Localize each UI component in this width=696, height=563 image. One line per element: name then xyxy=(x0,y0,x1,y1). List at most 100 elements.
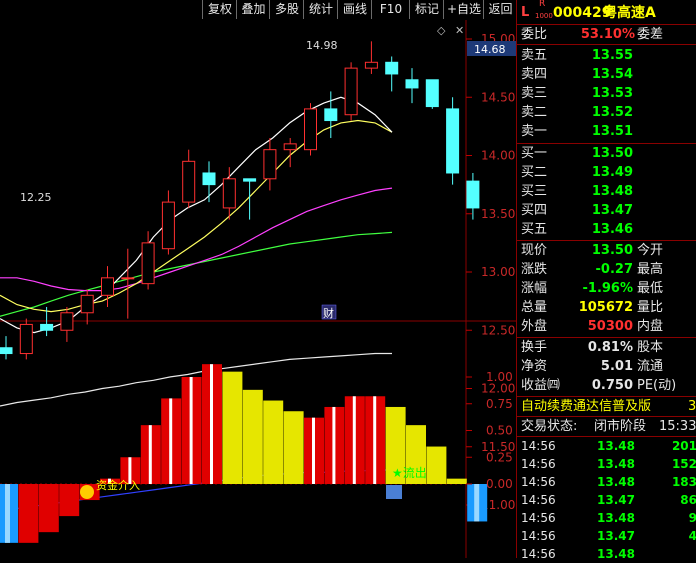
osc-axis-label: 0.50 xyxy=(486,424,513,438)
chart-close-icon[interactable]: ✕ xyxy=(455,24,464,37)
quote-value: -0.27 xyxy=(595,262,633,277)
toolbar-button-statistics[interactable]: 统计 xyxy=(303,0,338,19)
candle-body xyxy=(19,323,33,355)
ask-row[interactable]: 卖三 13.53 xyxy=(517,84,696,103)
kline-chart[interactable]: 15.0014.5014.0013.5013.0012.5012.0011.50… xyxy=(0,20,516,558)
toolbar-button-f10[interactable]: F10 xyxy=(371,0,410,19)
tick-volume: 152 xyxy=(671,457,696,471)
outflow-frown-icon xyxy=(386,485,402,499)
tick-price: 13.48 xyxy=(597,511,635,525)
candle-body xyxy=(60,312,74,331)
ad-banner-text[interactable]: 自动续费通达信普及版 xyxy=(521,397,651,416)
fundamental-value: 0.81% xyxy=(587,340,633,355)
osc-bar-highlight xyxy=(474,484,480,522)
osc-axis-label: 0.25 xyxy=(486,450,513,464)
osc-bar-stripe xyxy=(373,396,377,484)
tick-time: 14:56 xyxy=(521,475,556,489)
oscillator-bars xyxy=(0,364,488,543)
ma-white-line xyxy=(0,96,393,334)
ask-row[interactable]: 卖二 13.52 xyxy=(517,103,696,122)
fundamental-label-2: PE(动) xyxy=(637,378,677,393)
ask-label: 卖三 xyxy=(521,86,548,101)
candle-body xyxy=(283,143,297,151)
toolbar-button-draw-line[interactable]: 画线 xyxy=(337,0,372,19)
osc-bar xyxy=(18,484,39,543)
tick-price: 13.48 xyxy=(597,457,635,471)
ask-row[interactable]: 卖一 13.51 xyxy=(517,122,696,141)
candle-body xyxy=(222,178,236,209)
candle-body xyxy=(161,201,175,250)
candle-body xyxy=(243,178,257,182)
ask-label: 卖一 xyxy=(521,124,548,139)
tick-price: 13.48 xyxy=(597,547,635,561)
quote-value: 50300 xyxy=(587,319,633,334)
ask-price: 13.52 xyxy=(591,105,633,120)
quote-row: 涨幅 -1.96% 最低 xyxy=(517,279,696,298)
osc-bar-stripe xyxy=(332,406,336,484)
osc-bar xyxy=(446,478,467,484)
ad-banner[interactable]: 自动续费通达信普及版 3 xyxy=(517,397,696,416)
candle-body xyxy=(385,61,399,75)
tick-volume: 86 xyxy=(680,493,696,507)
osc-bar-stripe xyxy=(169,398,173,484)
bid-label: 买五 xyxy=(521,222,548,237)
quote-value: 13.50 xyxy=(591,243,633,258)
toolbar-button-restore-rights[interactable]: 复权 xyxy=(202,0,237,19)
fundamental-label: 净资 xyxy=(521,359,548,374)
current-price-tag: 14.68 xyxy=(474,43,506,56)
candle-body xyxy=(304,108,317,151)
ask-row[interactable]: 卖五 13.55 xyxy=(517,46,696,65)
osc-bar-stripe xyxy=(352,396,356,484)
toolbar-button-add-watchlist[interactable]: +自选 xyxy=(443,0,484,19)
ask-label: 卖五 xyxy=(521,48,548,63)
osc-bar xyxy=(222,371,243,484)
quote-label-2: 最高 xyxy=(637,262,664,277)
top-toolbar: 复权 叠加 多股 统计 画线 F10 标记 +自选 返回 xyxy=(0,0,516,20)
osc-axis-label: 0.75 xyxy=(486,397,513,411)
weibi-row: 委比 53.10% 委差 xyxy=(517,25,696,44)
candle-body xyxy=(101,277,114,296)
tick-time: 14:56 xyxy=(521,457,556,471)
bid-row[interactable]: 买三 13.48 xyxy=(517,182,696,201)
ma-green-line xyxy=(0,231,393,317)
chart-settings-diamond-icon[interactable]: ◇ xyxy=(437,24,446,37)
fundamental-label-2: 股本 xyxy=(637,340,664,355)
fundamental-label: 换手 xyxy=(521,340,548,355)
quote-label: 涨幅 xyxy=(521,281,548,296)
candle-body xyxy=(182,160,196,203)
trade-status-label: 交易状态: xyxy=(521,419,578,434)
osc-bar xyxy=(38,484,59,533)
weibi-label: 委比 xyxy=(521,27,548,42)
quote-label: 总量 xyxy=(521,300,548,315)
inflow-label: 资金介入 xyxy=(96,478,140,492)
fundamental-value: 5.01 xyxy=(600,359,633,374)
ask-price: 13.55 xyxy=(591,48,633,63)
toolbar-button-overlay[interactable]: 叠加 xyxy=(236,0,270,19)
quote-row: 总量 105672 量比 xyxy=(517,298,696,317)
bid-row[interactable]: 买五 13.46 xyxy=(517,220,696,239)
osc-axis-label: 1.00 xyxy=(486,370,513,384)
ask-label: 卖二 xyxy=(521,105,548,120)
quote-row: 涨跌 -0.27 最高 xyxy=(517,260,696,279)
tick-volume: 201 xyxy=(671,439,696,453)
weibi-value: 53.10% xyxy=(580,27,635,42)
bid-price: 13.49 xyxy=(591,165,633,180)
bid-price: 13.48 xyxy=(591,184,633,199)
candle-body xyxy=(80,294,94,314)
bid-row[interactable]: 买二 13.49 xyxy=(517,163,696,182)
fundamental-row: 换手 0.81% 股本 xyxy=(517,338,696,357)
toolbar-button-back[interactable]: 返回 xyxy=(483,0,517,19)
bid-row[interactable]: 买一 13.50 xyxy=(517,144,696,163)
stock-r-mark: R xyxy=(539,0,546,9)
osc-bar xyxy=(59,484,80,517)
trade-status-value: 闭市阶段 xyxy=(594,419,647,434)
osc-bar-highlight xyxy=(5,484,10,543)
ask-row[interactable]: 卖四 13.54 xyxy=(517,65,696,84)
bid-label: 买一 xyxy=(521,146,548,161)
toolbar-button-mark[interactable]: 标记 xyxy=(409,0,444,19)
trade-status-time: 15:33 xyxy=(659,419,696,434)
stock-header: L R 1000 000429 粤高速A xyxy=(517,0,696,24)
toolbar-button-multi-stock[interactable]: 多股 xyxy=(269,0,304,19)
tick-time: 14:56 xyxy=(521,529,556,543)
bid-row[interactable]: 买四 13.47 xyxy=(517,201,696,220)
